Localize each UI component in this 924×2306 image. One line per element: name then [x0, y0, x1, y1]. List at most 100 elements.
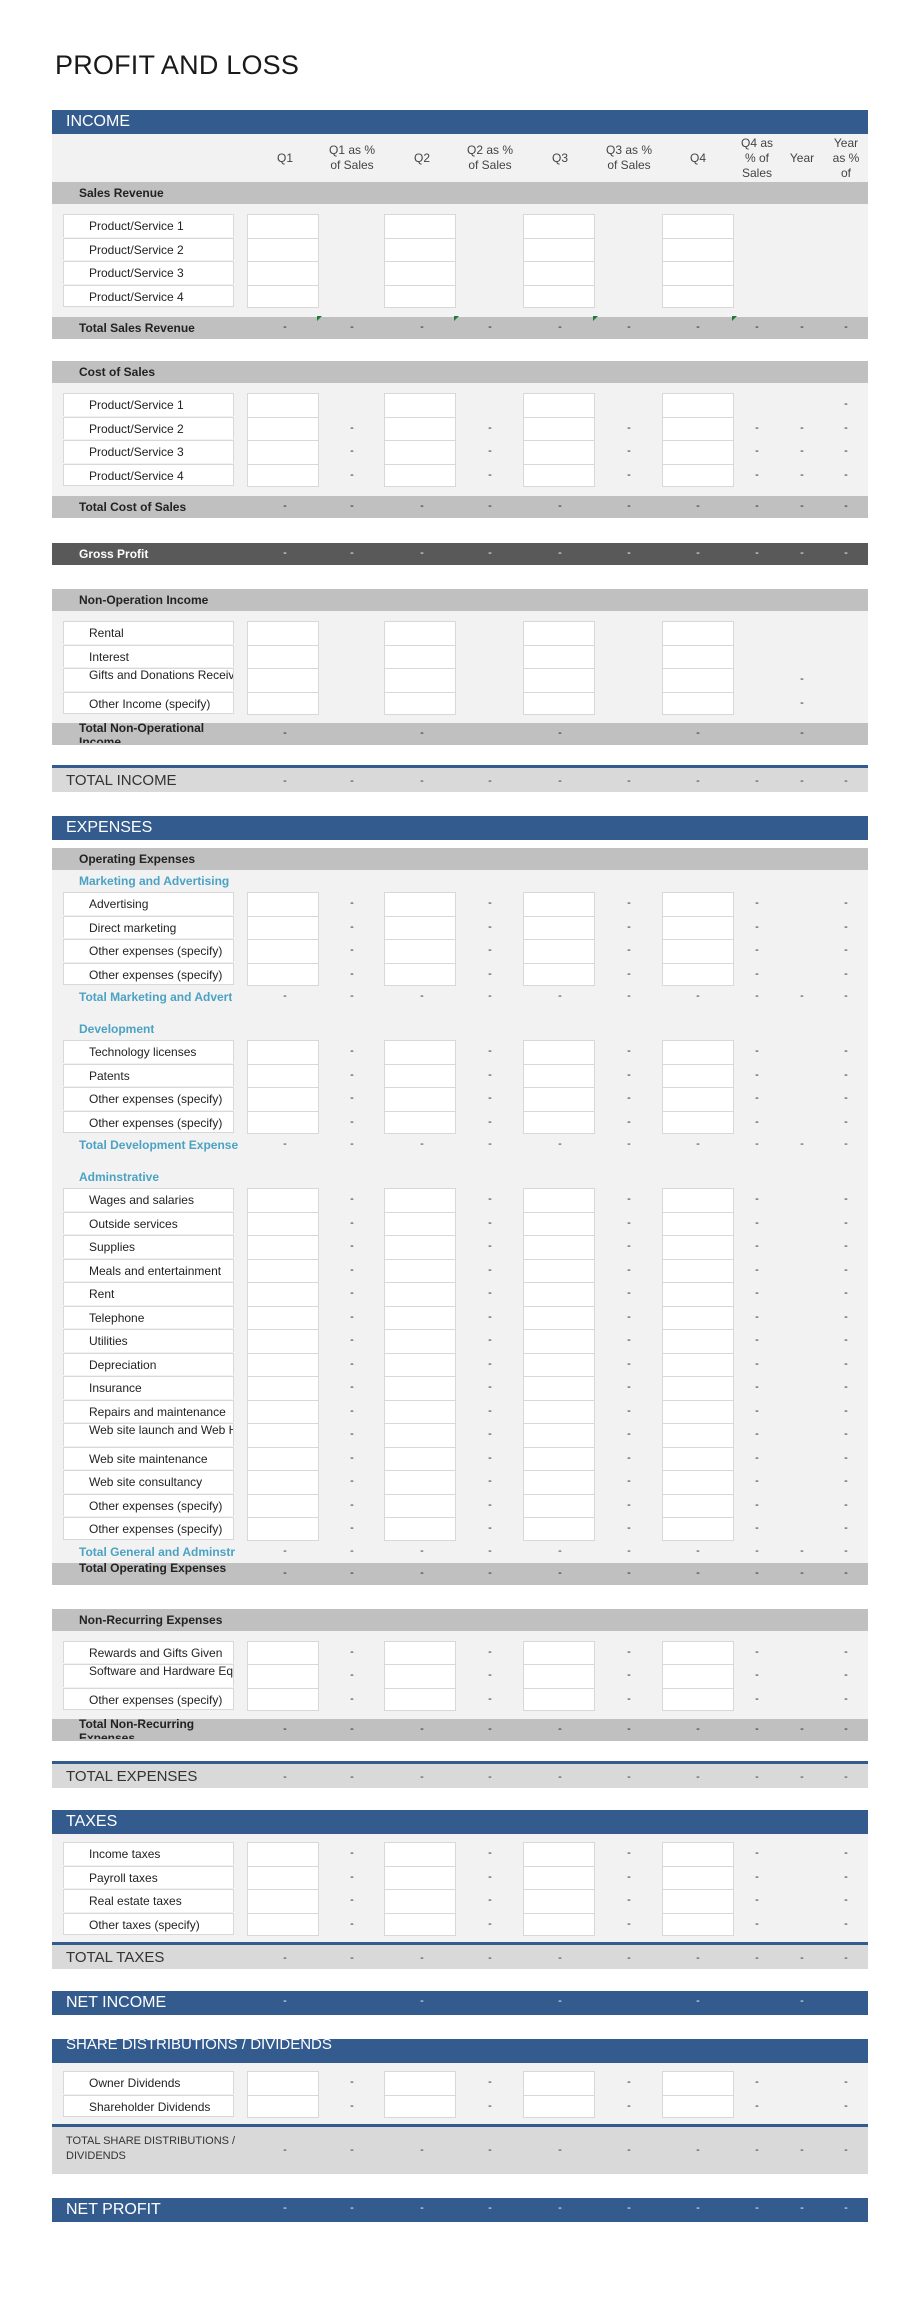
q1-input[interactable] [247, 1889, 319, 1913]
q2-input[interactable] [384, 1211, 456, 1235]
q4-input[interactable] [662, 691, 734, 715]
q2-input[interactable] [384, 284, 456, 308]
line-item-label[interactable]: Telephone [63, 1305, 234, 1328]
q4-input[interactable] [662, 2094, 734, 2118]
q3-input[interactable] [523, 1517, 595, 1541]
q1-input[interactable] [247, 1446, 319, 1470]
line-item-label[interactable]: Shareholder Dividends [63, 2094, 234, 2117]
q2-input[interactable] [384, 1446, 456, 1470]
q3-input[interactable] [523, 1664, 595, 1688]
q4-input[interactable] [662, 214, 734, 238]
q1-input[interactable] [247, 1493, 319, 1517]
q1-input[interactable] [247, 1912, 319, 1936]
q4-input[interactable] [662, 1664, 734, 1688]
line-item-label[interactable]: Product/Service 2 [63, 416, 234, 439]
q3-input[interactable] [523, 1258, 595, 1282]
q2-input[interactable] [384, 1329, 456, 1353]
line-item-label[interactable]: Depreciation [63, 1352, 234, 1375]
q1-input[interactable] [247, 1470, 319, 1494]
line-item-label[interactable]: Other Income (specify) [63, 691, 234, 714]
q4-input[interactable] [662, 284, 734, 308]
q2-input[interactable] [384, 691, 456, 715]
q1-input[interactable] [247, 1258, 319, 1282]
q3-input[interactable] [523, 1399, 595, 1423]
q1-input[interactable] [247, 1423, 319, 1447]
q2-input[interactable] [384, 1376, 456, 1400]
q4-input[interactable] [662, 644, 734, 668]
q1-input[interactable] [247, 1376, 319, 1400]
q3-input[interactable] [523, 440, 595, 464]
q1-input[interactable] [247, 1087, 319, 1111]
line-item-label[interactable]: Other expenses (specify) [63, 962, 234, 985]
q4-input[interactable] [662, 1258, 734, 1282]
q1-input[interactable] [247, 2071, 319, 2095]
q1-input[interactable] [247, 1188, 319, 1212]
q2-input[interactable] [384, 962, 456, 986]
line-item-label[interactable]: Income taxes [63, 1842, 234, 1865]
q1-input[interactable] [247, 691, 319, 715]
q2-input[interactable] [384, 1470, 456, 1494]
q1-input[interactable] [247, 1399, 319, 1423]
q1-input[interactable] [247, 214, 319, 238]
q4-input[interactable] [662, 440, 734, 464]
line-item-label[interactable]: Other expenses (specify) [63, 939, 234, 962]
q4-input[interactable] [662, 1517, 734, 1541]
q2-input[interactable] [384, 1912, 456, 1936]
q1-input[interactable] [247, 2094, 319, 2118]
line-item-label[interactable]: Rewards and Gifts Given [63, 1640, 234, 1663]
q4-input[interactable] [662, 1446, 734, 1470]
q3-input[interactable] [523, 1352, 595, 1376]
q3-input[interactable] [523, 939, 595, 963]
q2-input[interactable] [384, 1399, 456, 1423]
q2-input[interactable] [384, 237, 456, 261]
q1-input[interactable] [247, 1305, 319, 1329]
q4-input[interactable] [662, 237, 734, 261]
q1-input[interactable] [247, 1329, 319, 1353]
q3-input[interactable] [523, 644, 595, 668]
line-item-label[interactable]: Other expenses (specify) [63, 1517, 234, 1540]
q4-input[interactable] [662, 1842, 734, 1866]
q2-input[interactable] [384, 939, 456, 963]
q1-input[interactable] [247, 915, 319, 939]
q4-input[interactable] [662, 1110, 734, 1134]
q3-input[interactable] [523, 1493, 595, 1517]
line-item-label[interactable]: Product/Service 1 [63, 214, 234, 237]
q3-input[interactable] [523, 237, 595, 261]
q1-input[interactable] [247, 1865, 319, 1889]
q4-input[interactable] [662, 416, 734, 440]
q4-input[interactable] [662, 892, 734, 916]
q2-input[interactable] [384, 1110, 456, 1134]
q4-input[interactable] [662, 1640, 734, 1664]
q2-input[interactable] [384, 1423, 456, 1447]
q3-input[interactable] [523, 1063, 595, 1087]
q4-input[interactable] [662, 1423, 734, 1447]
q4-input[interactable] [662, 1305, 734, 1329]
line-item-label[interactable]: Supplies [63, 1235, 234, 1258]
line-item-label[interactable]: Advertising [63, 892, 234, 915]
q1-input[interactable] [247, 1235, 319, 1259]
q4-input[interactable] [662, 1087, 734, 1111]
q2-input[interactable] [384, 440, 456, 464]
q3-input[interactable] [523, 1640, 595, 1664]
q2-input[interactable] [384, 668, 456, 692]
q3-input[interactable] [523, 416, 595, 440]
q4-input[interactable] [662, 1352, 734, 1376]
q3-input[interactable] [523, 691, 595, 715]
line-item-label[interactable]: Payroll taxes [63, 1865, 234, 1888]
q1-input[interactable] [247, 393, 319, 417]
q1-input[interactable] [247, 1517, 319, 1541]
line-item-label[interactable]: Real estate taxes [63, 1889, 234, 1912]
line-item-label[interactable]: Other expenses (specify) [63, 1087, 234, 1110]
q1-input[interactable] [247, 237, 319, 261]
q3-input[interactable] [523, 463, 595, 487]
q4-input[interactable] [662, 1188, 734, 1212]
q2-input[interactable] [384, 1040, 456, 1064]
q1-input[interactable] [247, 939, 319, 963]
q2-input[interactable] [384, 214, 456, 238]
q3-input[interactable] [523, 621, 595, 645]
q4-input[interactable] [662, 962, 734, 986]
q1-input[interactable] [247, 621, 319, 645]
q4-input[interactable] [662, 668, 734, 692]
q3-input[interactable] [523, 1423, 595, 1447]
q3-input[interactable] [523, 1235, 595, 1259]
